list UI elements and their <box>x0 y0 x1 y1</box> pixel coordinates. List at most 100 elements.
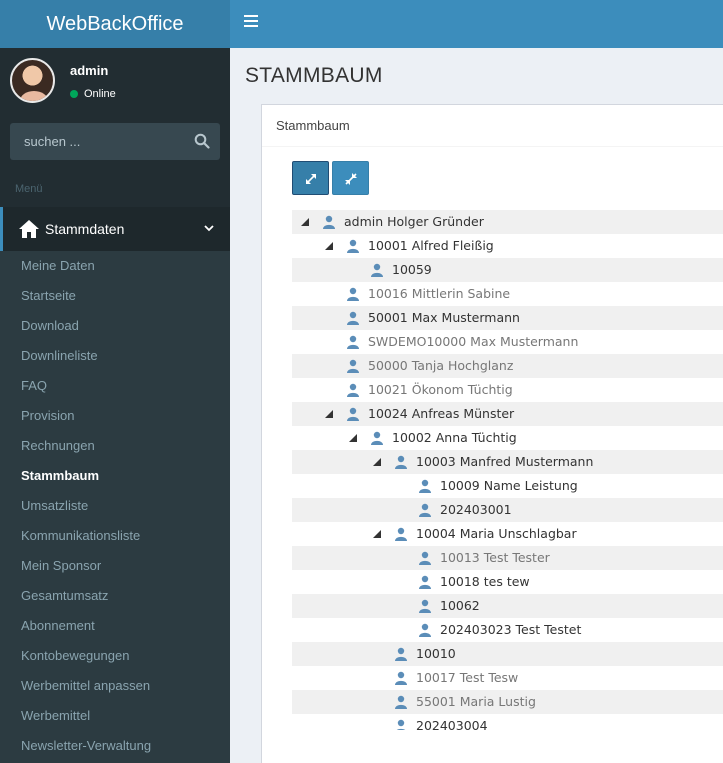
user-name: admin <box>70 63 109 78</box>
sidebar-item-kommunikationsliste[interactable]: Kommunikationsliste <box>0 521 230 551</box>
tree-node[interactable]: 10016 Mittlerin Sabine <box>292 282 723 306</box>
tree-node-label: 10018 tes tew <box>440 574 530 589</box>
tree-node-label: 55001 Maria Lustig <box>416 694 536 709</box>
tree-node[interactable]: 50001 Max Mustermann <box>292 306 723 330</box>
sidebar-item-stammdaten[interactable]: Stammdaten <box>0 207 230 251</box>
sidebar-item-provision[interactable]: Provision <box>0 401 230 431</box>
tree-node[interactable]: 202403004 <box>292 714 723 730</box>
sidebar-item-downlineliste[interactable]: Downlineliste <box>0 341 230 371</box>
user-icon <box>322 215 336 229</box>
sidebar-item-label: Stammdaten <box>45 221 125 237</box>
tree-node-label: admin Holger Gründer <box>344 214 484 229</box>
user-icon <box>370 263 384 277</box>
user-icon <box>346 359 360 373</box>
tree-node[interactable]: 10059 <box>292 258 723 282</box>
tree-node-label: 10024 Anfreas Münster <box>368 406 515 421</box>
tree-node[interactable]: 10003 Manfred Mustermann <box>292 450 723 474</box>
tree-node-label: 10062 <box>440 598 480 613</box>
sidebar-item-umsatzliste[interactable]: Umsatzliste <box>0 491 230 521</box>
tree-node-label: SWDEMO10000 Max Mustermann <box>368 334 579 349</box>
sidebar-item-faq[interactable]: FAQ <box>0 371 230 401</box>
tree-node[interactable]: 202403023 Test Testet <box>292 618 723 642</box>
tree-node[interactable]: admin Holger Gründer <box>292 210 723 234</box>
tree-node[interactable]: 10062 <box>292 594 723 618</box>
sidebar-item-rechnungen[interactable]: Rechnungen <box>0 431 230 461</box>
tree-node[interactable]: 10002 Anna Tüchtig <box>292 426 723 450</box>
tree-node-label: 10010 <box>416 646 456 661</box>
tree-node-label: 202403001 <box>440 502 512 517</box>
user-status-label: Online <box>84 88 116 100</box>
expand-all-button[interactable] <box>292 161 329 195</box>
sidebar-item-gesamtumsatz[interactable]: Gesamtumsatz <box>0 581 230 611</box>
status-online-icon <box>70 90 78 98</box>
sidebar-item-newsletter-verwaltung[interactable]: Newsletter-Verwaltung <box>0 731 230 761</box>
page-title: STAMMBAUM <box>245 64 383 87</box>
sidebar-item-kontobewegungen[interactable]: Kontobewegungen <box>0 641 230 671</box>
tree-node-label: 10017 Test Tesw <box>416 670 519 685</box>
sidebar-item-meine-daten[interactable]: Meine Daten <box>0 251 230 281</box>
sidebar-item-stammbaum[interactable]: Stammbaum <box>0 461 230 491</box>
user-icon <box>418 599 432 613</box>
tree-node-label: 50000 Tanja Hochglanz <box>368 358 514 373</box>
collapse-all-button[interactable] <box>332 161 369 195</box>
app-logo[interactable]: WebBackOffice <box>0 0 230 48</box>
collapse-icon <box>345 173 357 185</box>
sidebar-item-werbemittel[interactable]: Werbemittel <box>0 701 230 731</box>
user-icon <box>418 503 432 517</box>
tree-node[interactable]: 10004 Maria Unschlagbar <box>292 522 723 546</box>
tree-toggle-icon[interactable] <box>324 241 334 251</box>
hamburger-icon[interactable] <box>244 15 258 29</box>
search-icon[interactable] <box>194 133 210 149</box>
sidebar-item-mein-sponsor[interactable]: Mein Sponsor <box>0 551 230 581</box>
user-icon <box>346 287 360 301</box>
tree-node[interactable]: 10013 Test Tester <box>292 546 723 570</box>
app-title: WebBackOffice <box>46 12 184 35</box>
sidebar-item-abonnement[interactable]: Abonnement <box>0 611 230 641</box>
tree-node[interactable]: 55001 Maria Lustig <box>292 690 723 714</box>
tree-toggle-icon[interactable] <box>348 433 358 443</box>
tree-node[interactable]: 202403001 <box>292 498 723 522</box>
tree-toggle-icon[interactable] <box>324 409 334 419</box>
tree-node-label: 10009 Name Leistung <box>440 478 578 493</box>
tree-node[interactable]: 10009 Name Leistung <box>292 474 723 498</box>
tree-node[interactable]: 10010 <box>292 642 723 666</box>
tree-node-label: 10002 Anna Tüchtig <box>392 430 517 445</box>
tree-toggle-icon[interactable] <box>300 217 310 227</box>
user-icon <box>394 719 408 730</box>
tree-toggle-icon[interactable] <box>372 457 382 467</box>
sidebar-item-werbemittel-anpassen[interactable]: Werbemittel anpassen <box>0 671 230 701</box>
submenu: Meine Daten Startseite Download Downlinelis… <box>0 251 230 763</box>
tree-view: admin Holger Gründer 10001 Alfred Fleißig… <box>292 210 723 730</box>
tree-node[interactable]: SWDEMO10000 Max Mustermann <box>292 330 723 354</box>
tree-node-label: 50001 Max Mustermann <box>368 310 520 325</box>
tree-node[interactable]: 10001 Alfred Fleißig <box>292 234 723 258</box>
tree-node[interactable]: 10024 Anfreas Münster <box>292 402 723 426</box>
tree-node-label: 202403004 <box>416 718 488 730</box>
tree-node-label: 10059 <box>392 262 432 277</box>
home-icon <box>19 220 39 238</box>
search-input[interactable] <box>10 123 180 160</box>
user-icon <box>394 527 408 541</box>
tree-node[interactable]: 10021 Ökonom Tüchtig <box>292 378 723 402</box>
user-icon <box>370 431 384 445</box>
sidebar-search <box>10 123 220 160</box>
tree-node-label: 10013 Test Tester <box>440 550 550 565</box>
user-icon <box>418 551 432 565</box>
sidebar-item-download[interactable]: Download <box>0 311 230 341</box>
user-icon <box>394 671 408 685</box>
tree-node[interactable]: 10017 Test Tesw <box>292 666 723 690</box>
box-title: Stammbaum <box>262 105 723 147</box>
user-icon <box>346 311 360 325</box>
tree-node[interactable]: 10018 tes tew <box>292 570 723 594</box>
user-status: Online <box>70 88 116 100</box>
tree-node-label: 10021 Ökonom Tüchtig <box>368 382 513 397</box>
tree-node[interactable]: 50000 Tanja Hochglanz <box>292 354 723 378</box>
tree-toggle-icon[interactable] <box>372 529 382 539</box>
tree-node-label: 10016 Mittlerin Sabine <box>368 286 511 301</box>
avatar <box>10 58 55 103</box>
user-icon <box>418 479 432 493</box>
sidebar-item-startseite[interactable]: Startseite <box>0 281 230 311</box>
user-icon <box>394 647 408 661</box>
tree-node-label: 10004 Maria Unschlagbar <box>416 526 577 541</box>
expand-icon <box>306 174 316 184</box>
